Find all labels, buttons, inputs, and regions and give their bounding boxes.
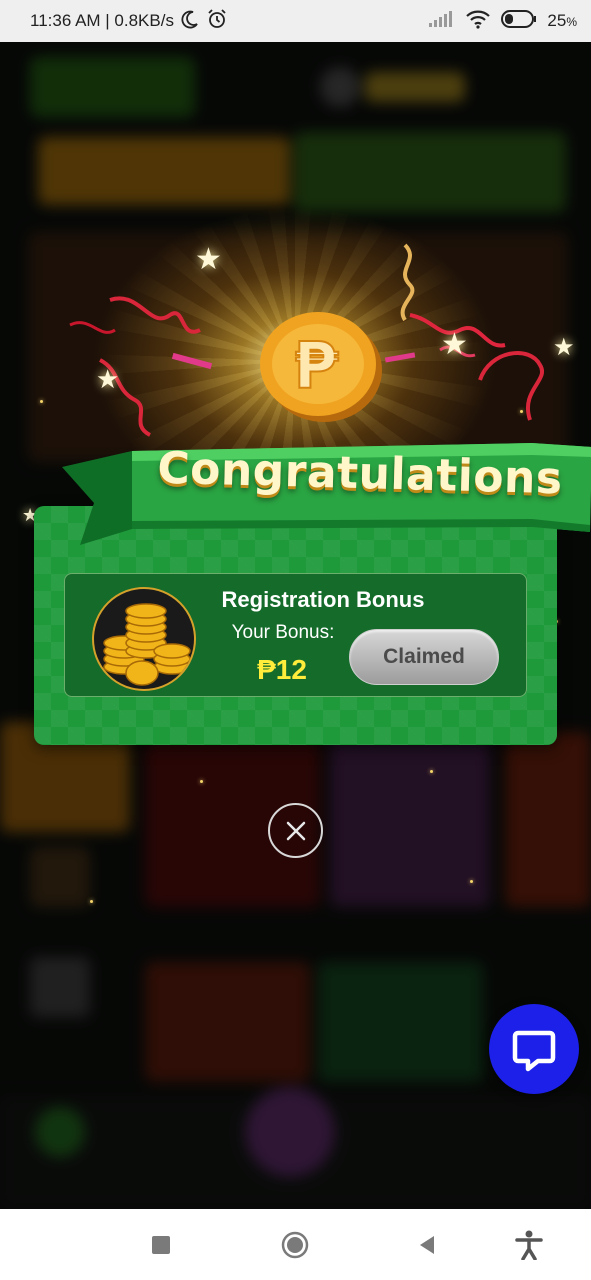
bonus-title: Registration Bonus	[221, 587, 425, 612]
recents-button[interactable]	[145, 1229, 177, 1261]
moon-icon	[180, 9, 200, 34]
peso-coin-icon: ₱	[260, 312, 382, 422]
live-chat-button[interactable]	[489, 1004, 579, 1094]
back-button[interactable]	[411, 1229, 443, 1261]
chat-bubble-icon	[512, 1030, 556, 1072]
accessibility-button[interactable]	[513, 1229, 545, 1261]
bonus-label: Your Bonus:	[231, 622, 335, 643]
status-bar: 11:36 AM | 0.8KB/s 25%	[0, 0, 591, 42]
sparkle-dot	[200, 780, 203, 783]
recents-square-icon	[152, 1236, 170, 1254]
star-icon: ★	[441, 328, 468, 361]
claimed-button[interactable]: Claimed	[349, 629, 499, 685]
system-navigation-bar	[0, 1209, 591, 1280]
close-dialog-button[interactable]	[268, 803, 323, 858]
bonus-amount: ₱12	[257, 654, 307, 685]
signal-icon	[429, 10, 455, 32]
home-circle-icon	[281, 1231, 309, 1259]
accessibility-icon	[515, 1230, 543, 1260]
coin-symbol: ₱	[294, 330, 339, 404]
gold-coins-stack-icon	[92, 587, 196, 691]
star-icon: ★	[96, 364, 120, 394]
alarm-icon	[206, 8, 228, 35]
sparkle-dot	[90, 900, 93, 903]
star-icon: ★	[195, 243, 222, 276]
home-button[interactable]	[279, 1229, 311, 1261]
battery-percent: 25%	[547, 11, 577, 30]
battery-icon	[501, 9, 537, 33]
sparkle-dot	[470, 880, 473, 883]
status-time-speed: 11:36 AM | 0.8KB/s	[30, 11, 174, 30]
close-icon	[286, 821, 305, 840]
star-icon: ★	[553, 334, 575, 361]
sparkle-dot	[40, 400, 43, 403]
sparkle-dot	[430, 770, 433, 773]
wifi-icon	[465, 9, 491, 34]
back-triangle-icon	[420, 1236, 434, 1254]
